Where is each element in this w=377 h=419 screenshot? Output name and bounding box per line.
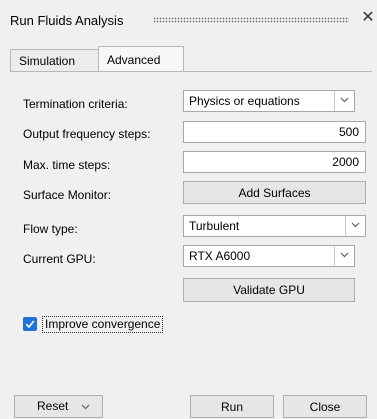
validate-gpu-button[interactable]: Validate GPU [183, 278, 355, 302]
add-surfaces-button[interactable]: Add Surfaces [183, 181, 366, 204]
drag-grip-icon[interactable] [153, 17, 349, 23]
reset-button[interactable]: Reset [14, 395, 103, 418]
improve-convergence-label[interactable]: Improve convergence [42, 316, 164, 333]
max-time-steps-input[interactable] [183, 151, 366, 173]
flow-type-select[interactable]: Turbulent [183, 215, 366, 237]
termination-criteria-value: Physics or equations [189, 94, 300, 108]
flow-type-dropdown[interactable] [345, 216, 365, 236]
termination-criteria-select[interactable]: Physics or equations [183, 90, 355, 112]
max-time-steps-label: Max. time steps: [23, 158, 111, 172]
chevron-down-icon [340, 252, 349, 258]
current-gpu-dropdown[interactable] [334, 246, 354, 266]
flow-type-value: Turbulent [189, 219, 240, 233]
current-gpu-value: RTX A6000 [189, 249, 251, 263]
termination-criteria-label: Termination criteria: [23, 97, 128, 111]
improve-convergence-checkbox[interactable] [23, 317, 37, 331]
run-button[interactable]: Run [190, 395, 274, 418]
close-button[interactable]: Close [283, 395, 367, 418]
current-gpu-label: Current GPU: [23, 252, 96, 266]
checkmark-icon [25, 320, 35, 329]
chevron-down-icon [340, 97, 349, 103]
reset-button-label: Reset [37, 399, 69, 413]
tab-divider [10, 71, 372, 72]
chevron-down-icon[interactable] [81, 404, 90, 410]
output-frequency-label: Output frequency steps: [23, 127, 151, 141]
close-icon[interactable]: ✕ [361, 8, 375, 28]
surface-monitor-label: Surface Monitor: [23, 188, 112, 202]
tab-advanced[interactable]: Advanced [98, 46, 184, 71]
tab-strip: Simulation Advanced [10, 46, 372, 71]
window-title: Run Fluids Analysis [10, 13, 124, 28]
chevron-down-icon [351, 222, 360, 228]
output-frequency-input[interactable] [183, 121, 366, 143]
tab-simulation[interactable]: Simulation [10, 49, 104, 71]
current-gpu-select[interactable]: RTX A6000 [183, 245, 355, 267]
title-bar[interactable]: Run Fluids Analysis ✕ [0, 0, 377, 40]
improve-convergence-row[interactable]: Improve convergence [23, 316, 183, 334]
termination-criteria-dropdown[interactable] [334, 91, 354, 111]
flow-type-label: Flow type: [23, 222, 78, 236]
